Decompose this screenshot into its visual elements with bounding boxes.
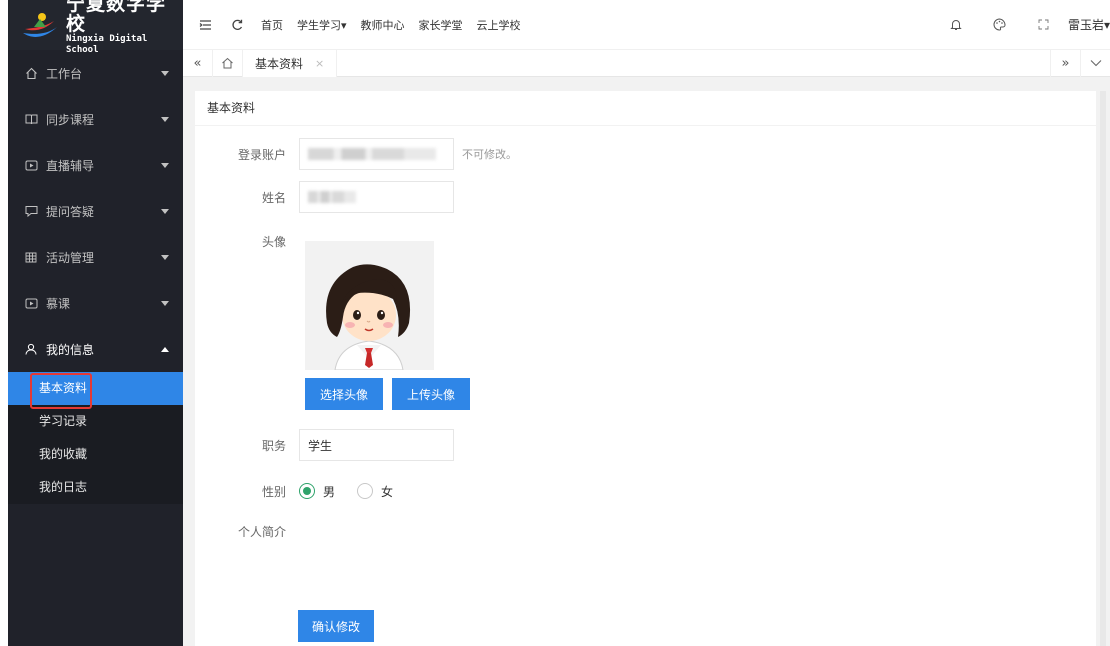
gender-label: 性别 xyxy=(261,484,286,499)
sidebar-item-label: 工作台 xyxy=(46,66,83,81)
menu-toggle-icon[interactable] xyxy=(193,13,217,37)
account-label: 登录账户 xyxy=(237,147,286,162)
tab-home-icon[interactable] xyxy=(213,49,243,77)
tabs-bar: « 基本资料 × » xyxy=(183,49,1110,77)
tabs-scroll-left-icon[interactable]: « xyxy=(183,49,213,77)
sidebar-item-qa[interactable]: 提问答疑 xyxy=(8,188,183,234)
sidebar-item-label: 我的信息 xyxy=(46,342,95,357)
main-content: 基本资料 登录账户 不可修改。 姓名 头像 选择头像 上传头像 职务 学生 性别… xyxy=(183,77,1110,646)
tab-close-icon[interactable]: × xyxy=(315,57,324,70)
top-header: 首页 学生学习▾ 教师中心 家长学堂 云上学校 雷玉岩▾ xyxy=(183,0,1110,50)
account-row: 登录账户 不可修改。 xyxy=(195,138,517,170)
caret-down-icon xyxy=(161,300,169,306)
sidebar-item-label: 同步课程 xyxy=(46,112,95,127)
sidebar-subitem-favorites[interactable]: 我的收藏 xyxy=(8,438,183,471)
name-field[interactable] xyxy=(299,181,454,213)
theme-palette-icon[interactable] xyxy=(988,13,1012,37)
profile-card: 基本资料 登录账户 不可修改。 姓名 头像 选择头像 上传头像 职务 学生 性别… xyxy=(195,91,1106,646)
caret-down-icon xyxy=(161,70,169,76)
caret-down-icon xyxy=(161,116,169,122)
user-icon xyxy=(22,342,40,356)
caret-down-icon xyxy=(161,208,169,214)
fullscreen-icon[interactable] xyxy=(1032,13,1056,37)
gender-male-label: 男 xyxy=(323,484,336,499)
nav-teacher-center[interactable]: 教师中心 xyxy=(361,17,405,33)
sidebar-item-label: 提问答疑 xyxy=(46,204,95,219)
tab-basic-info[interactable]: 基本资料 × xyxy=(243,49,338,77)
avatar-label: 头像 xyxy=(261,235,286,249)
home-icon xyxy=(22,66,40,80)
sidebar-subitem-journal[interactable]: 我的日志 xyxy=(8,471,183,504)
tabs-scroll-right-icon[interactable]: » xyxy=(1050,49,1080,77)
sidebar-item-my-info[interactable]: 我的信息 xyxy=(8,326,183,372)
sidebar-submenu: 基本资料 学习记录 我的收藏 我的日志 xyxy=(8,372,183,504)
sidebar-subitem-study-records[interactable]: 学习记录 xyxy=(8,405,183,438)
sidebar-subitem-basic-info[interactable]: 基本资料 xyxy=(8,372,183,409)
nav-parent-school[interactable]: 家长学堂 xyxy=(419,17,463,33)
confirm-button[interactable]: 确认修改 xyxy=(298,610,375,642)
school-logo-icon xyxy=(20,9,60,41)
caret-down-icon xyxy=(161,254,169,260)
position-field[interactable]: 学生 xyxy=(299,429,454,461)
nav-home[interactable]: 首页 xyxy=(261,17,283,33)
nav-cloud-school[interactable]: 云上学校 xyxy=(477,17,521,33)
sidebar-item-live-tutoring[interactable]: 直播辅导 xyxy=(8,142,183,188)
name-label: 姓名 xyxy=(261,190,286,205)
position-label: 职务 xyxy=(261,438,286,453)
refresh-icon[interactable] xyxy=(225,13,249,37)
sidebar-item-activities[interactable]: 活动管理 xyxy=(8,234,183,280)
tabs-dropdown-icon[interactable] xyxy=(1080,49,1110,77)
sidebar-item-label: 活动管理 xyxy=(46,250,95,265)
video-icon xyxy=(22,296,40,310)
gender-female-label: 女 xyxy=(381,484,394,499)
bio-label: 个人简介 xyxy=(237,525,286,539)
bell-icon[interactable] xyxy=(944,13,968,37)
sidebar-item-label: 直播辅导 xyxy=(46,158,95,173)
position-value: 学生 xyxy=(308,438,333,453)
radio-checked-icon xyxy=(299,483,315,499)
account-field xyxy=(299,138,454,170)
choose-avatar-button[interactable]: 选择头像 xyxy=(305,378,384,410)
scrollbar[interactable] xyxy=(1100,91,1106,646)
redacted-name xyxy=(308,191,356,203)
grid-icon xyxy=(22,250,40,264)
logo[interactable]: 宁夏数字学校 Ningxia Digital School xyxy=(8,0,183,55)
upload-avatar-button[interactable]: 上传头像 xyxy=(392,378,471,410)
gender-row: 性别 男 女 xyxy=(195,479,393,503)
sidebar-item-sync-courses[interactable]: 同步课程 xyxy=(8,96,183,142)
account-hint: 不可修改。 xyxy=(462,148,517,161)
caret-down-icon xyxy=(161,162,169,168)
sidebar-item-workbench[interactable]: 工作台 xyxy=(8,50,183,96)
sidebar: 宁夏数字学校 Ningxia Digital School 工作台 同步课程 直… xyxy=(8,0,183,646)
position-row: 职务 学生 xyxy=(195,429,454,461)
caret-up-icon xyxy=(161,346,169,352)
live-icon xyxy=(22,158,40,172)
name-row: 姓名 xyxy=(195,181,454,213)
book-icon xyxy=(22,112,40,126)
gender-female-radio[interactable]: 女 xyxy=(357,483,393,500)
highlight-box xyxy=(30,373,92,409)
bio-row: 个人简介 xyxy=(195,523,286,540)
sidebar-item-label: 慕课 xyxy=(46,296,71,311)
sidebar-item-mooc[interactable]: 慕课 xyxy=(8,280,183,326)
gender-male-radio[interactable]: 男 xyxy=(299,483,335,500)
user-menu[interactable]: 雷玉岩▾ xyxy=(1068,16,1110,33)
question-icon xyxy=(22,204,40,218)
logo-title-cn: 宁夏数字学校 xyxy=(66,0,167,35)
tab-label: 基本资料 xyxy=(255,56,304,71)
avatar-row: 头像 xyxy=(195,233,286,250)
nav-student-learning[interactable]: 学生学习▾ xyxy=(297,17,347,33)
redacted-account xyxy=(308,148,436,160)
card-title: 基本资料 xyxy=(195,91,1096,126)
radio-unchecked-icon xyxy=(357,483,374,499)
avatar xyxy=(305,241,434,370)
